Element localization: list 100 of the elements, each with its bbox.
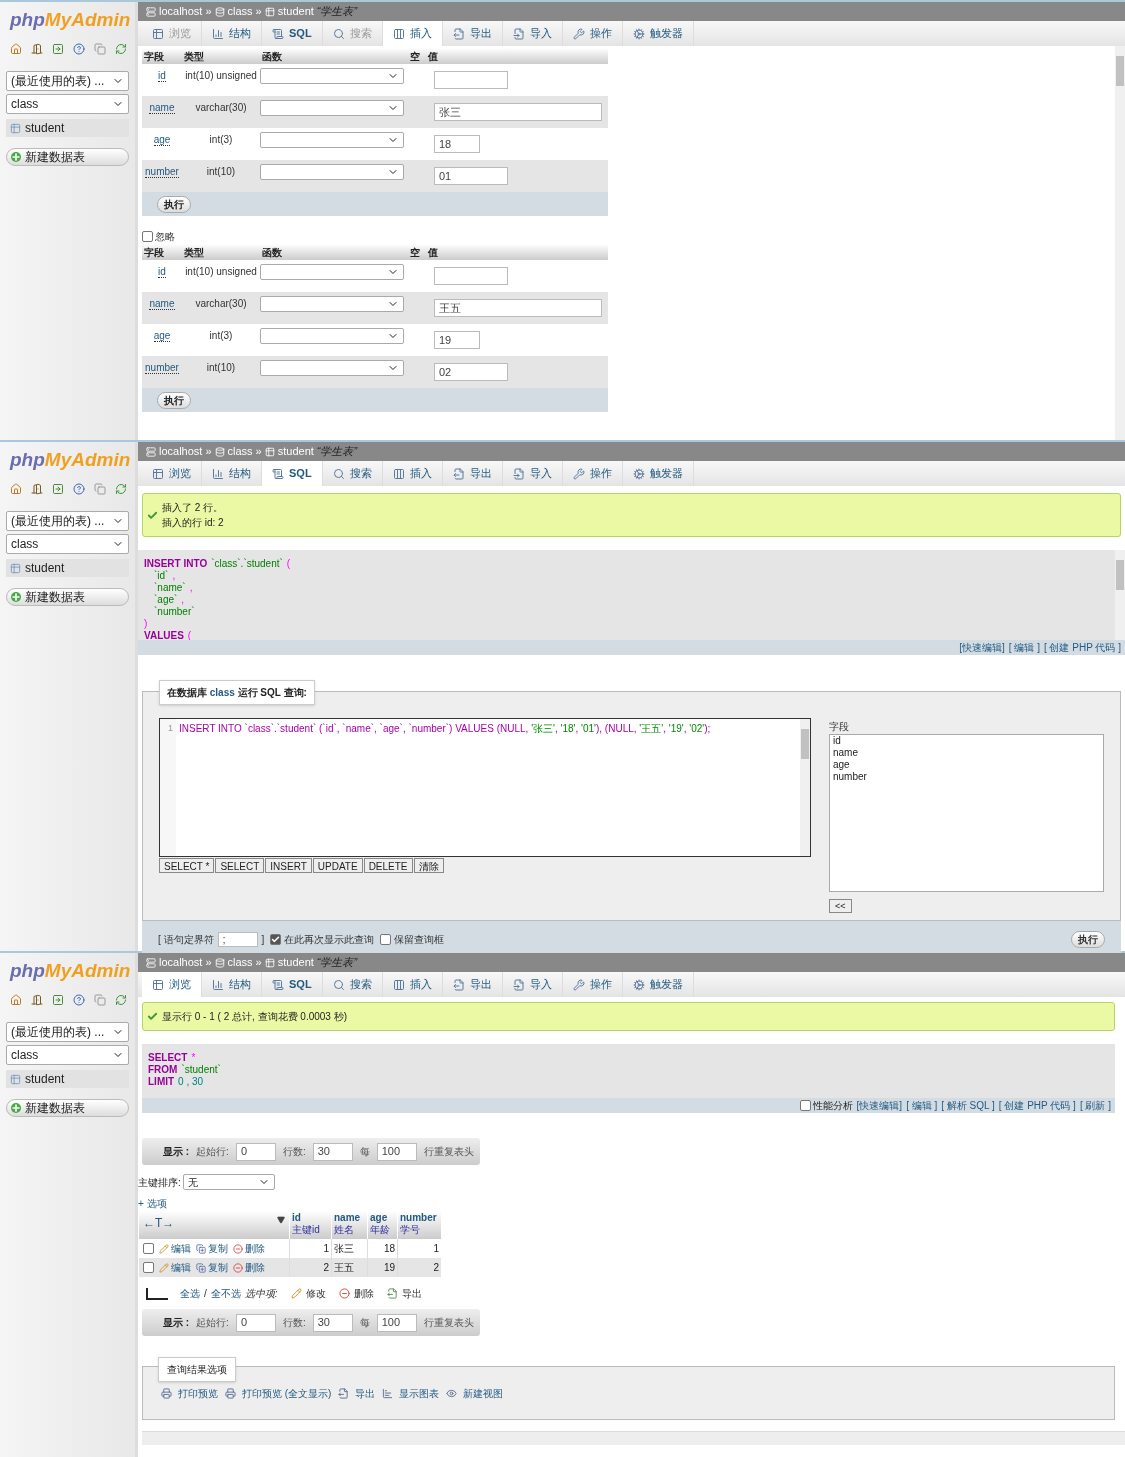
help-icon[interactable] [73,994,85,1006]
input-field[interactable] [434,71,508,89]
table-item[interactable]: student [6,559,129,577]
checkbox[interactable] [143,1243,154,1254]
sql-button[interactable]: 清除 [413,858,444,873]
row-action[interactable]: 删除 [233,1260,265,1275]
tab[interactable]: 触发器 [622,21,694,46]
result-option-link[interactable]: 新建视图 [446,1385,504,1401]
input-field[interactable] [434,267,508,285]
sql-button[interactable]: SELECT * [159,858,215,873]
field-option[interactable]: age [833,759,1100,771]
checkbox[interactable] [799,1100,811,1111]
tab[interactable]: 浏览 [142,972,202,997]
dropdown[interactable] [260,68,404,84]
tab[interactable]: 浏览 [142,461,202,486]
tab[interactable]: 导出 [442,972,503,997]
copy-icon[interactable] [94,994,106,1006]
input-field[interactable]: 张三 [434,103,602,121]
field-option[interactable]: name [833,747,1100,759]
scrollbar[interactable] [1115,550,1125,640]
input-field[interactable]: 18 [434,135,480,153]
dropdown[interactable]: 无 [182,1174,275,1190]
tab[interactable]: 操作 [562,972,623,997]
tab[interactable]: 导入 [502,461,563,486]
field-option[interactable]: number [833,771,1100,783]
door-icon[interactable] [31,994,43,1006]
options-link[interactable]: + 选项 [138,1196,167,1211]
breadcrumb-link[interactable]: localhost [159,954,203,971]
breadcrumb-link[interactable]: class [227,3,253,20]
sql-button[interactable]: INSERT [265,858,312,873]
dropdown[interactable] [260,296,404,312]
bulk-action[interactable]: 修改 [290,1286,326,1301]
row-action[interactable]: 复制 [196,1260,228,1275]
input-field[interactable]: 19 [434,331,480,349]
link[interactable]: [快速编辑] [856,1098,903,1113]
result-option-link[interactable]: 显示图表 [382,1385,440,1401]
dropdown[interactable] [260,132,404,148]
dropdown[interactable]: class [6,94,129,114]
select-none-link[interactable]: 全不选 [210,1286,241,1301]
bulk-action[interactable]: 删除 [338,1286,374,1301]
input-field[interactable]: 02 [434,363,508,381]
breadcrumb-link[interactable]: class [227,443,253,460]
breadcrumb-link[interactable]: student [277,954,314,971]
link[interactable]: [快速编辑] [959,640,1005,655]
tab[interactable]: 结构 [202,21,262,46]
caret-icon[interactable] [277,1216,285,1224]
table-item[interactable]: student [6,119,129,137]
scrollbar[interactable] [1115,46,1125,440]
tab[interactable]: 触发器 [622,972,694,997]
execute-button[interactable]: 执行 [157,391,191,409]
tab[interactable]: SQL [262,461,323,486]
link[interactable]: [ 创建 PHP 代码 ] [1043,640,1121,655]
home-icon[interactable] [10,43,22,55]
dropdown[interactable]: (最近使用的表) ... [6,71,129,91]
tab[interactable]: 插入 [382,461,443,486]
tab[interactable]: 触发器 [622,461,694,486]
help-icon[interactable] [73,43,85,55]
sql-button[interactable]: SELECT [215,858,265,873]
row-action[interactable]: 删除 [233,1241,265,1256]
dropdown[interactable] [260,100,404,116]
dropdown[interactable] [260,264,404,280]
copy-icon[interactable] [94,483,106,495]
copy-icon[interactable] [94,43,106,55]
tab[interactable]: 导入 [502,21,563,46]
breadcrumb-link[interactable]: student [277,3,314,20]
checkbox[interactable] [380,933,392,945]
dropdown[interactable] [260,328,404,344]
dropdown[interactable]: (最近使用的表) ... [6,1022,129,1042]
tab[interactable]: 插入 [382,21,443,46]
input-field[interactable]: 01 [434,167,508,185]
link[interactable]: [ 编辑 ] [906,1098,938,1113]
tab[interactable]: SQL [262,972,323,997]
scrollbar[interactable] [800,719,810,856]
result-option-link[interactable]: 打印预览 [161,1385,218,1401]
help-icon[interactable] [73,483,85,495]
execute-button[interactable]: 执行 [1071,930,1105,948]
door-icon[interactable] [31,483,43,495]
tab[interactable]: 结构 [202,972,262,997]
tab[interactable]: SQL [262,21,323,46]
select-all-link[interactable]: 全选 [180,1286,200,1301]
input-field[interactable]: 30 [312,1313,353,1332]
tab[interactable]: 导出 [442,461,503,486]
breadcrumb-link[interactable]: student [277,443,314,460]
new-table-button[interactable]: 新建数据表 [6,148,129,166]
input-field[interactable]: 30 [312,1142,353,1161]
home-icon[interactable] [10,994,22,1006]
logo[interactable]: phpMyAdmin [6,450,129,469]
logo[interactable]: phpMyAdmin [6,10,129,29]
row-action[interactable]: 编辑 [159,1260,191,1275]
fields-list[interactable]: id name age number [829,734,1104,892]
link[interactable]: [ 编辑 ] [1008,640,1040,655]
input-field[interactable]: 王五 [434,299,602,317]
table-item[interactable]: student [6,1070,129,1088]
sql-button[interactable]: DELETE [363,858,413,873]
link[interactable]: [ 刷新 ] [1079,1098,1111,1113]
sql-button[interactable]: UPDATE [312,858,363,873]
dropdown[interactable] [260,164,404,180]
field-option[interactable]: id [833,735,1100,747]
tab[interactable]: 操作 [562,21,623,46]
checkbox[interactable] [143,1262,154,1273]
